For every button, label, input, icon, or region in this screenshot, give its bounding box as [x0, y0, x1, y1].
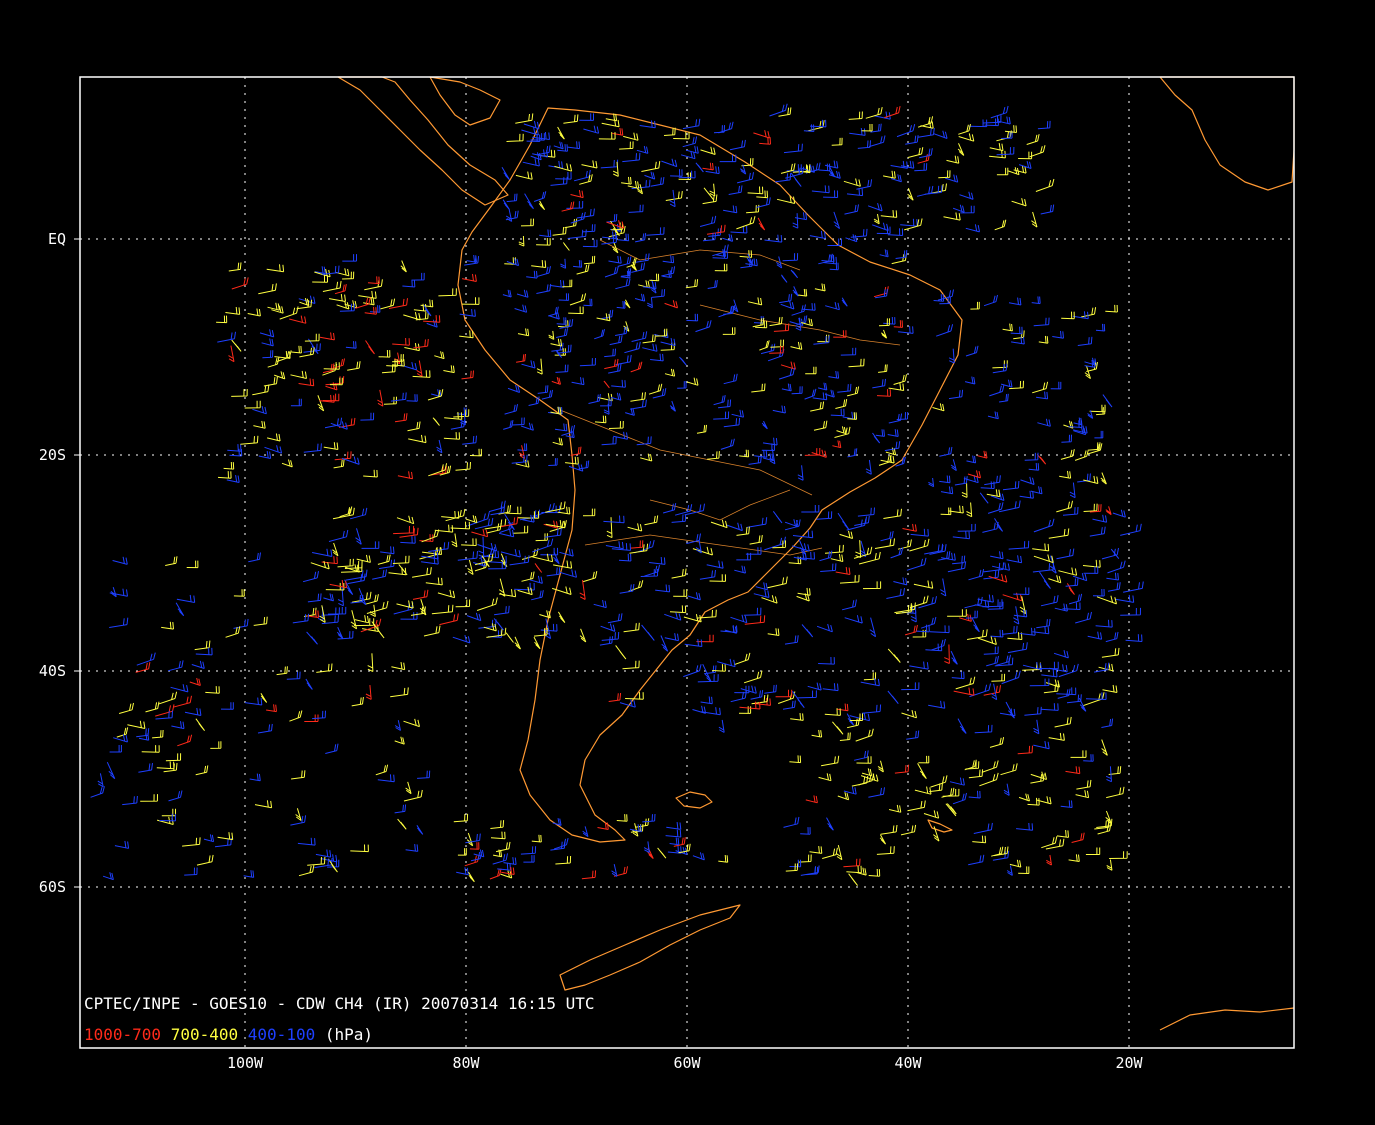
legend-low-level: 1000-700: [84, 1025, 161, 1044]
lon-label-60w: 60W: [673, 1054, 701, 1072]
map-caption: CPTEC/INPE - GOES10 - CDW CH4 (IR) 20070…: [84, 994, 595, 1013]
lat-label-eq: EQ: [48, 230, 66, 248]
wind-map: EQ 20S 40S 60S 100W 80W 60W 40W 20W CPTE…: [0, 0, 1375, 1125]
lat-label-60s: 60S: [39, 878, 66, 896]
pressure-legend: 1000-700 700-400 400-100 (hPa): [84, 1025, 373, 1044]
legend-mid-level: 700-400: [171, 1025, 238, 1044]
lon-label-40w: 40W: [894, 1054, 922, 1072]
lat-label-20s: 20S: [39, 446, 66, 464]
lon-label-100w: 100W: [227, 1054, 264, 1072]
legend-unit: (hPa): [325, 1025, 373, 1044]
lon-label-80w: 80W: [452, 1054, 480, 1072]
lon-label-20w: 20W: [1115, 1054, 1143, 1072]
lat-label-40s: 40S: [39, 662, 66, 680]
legend-high-level: 400-100: [248, 1025, 315, 1044]
